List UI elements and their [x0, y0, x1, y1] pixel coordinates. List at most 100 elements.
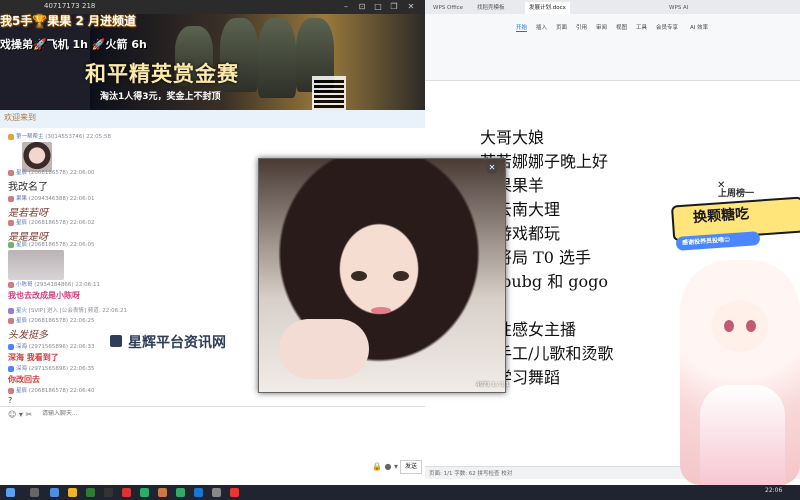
search-icon[interactable] [30, 488, 39, 497]
chat-input[interactable] [40, 410, 344, 418]
maximize-icon[interactable]: □ [372, 1, 384, 12]
list-item: 星辰 (2068186578) 22:06:05 [8, 240, 95, 280]
ribbon-tab-review[interactable]: 审阅 [596, 23, 607, 31]
sender-name[interactable]: 星辰 [16, 242, 27, 248]
ribbon-tab-tools[interactable]: 工具 [636, 23, 647, 31]
photo-eye [351, 271, 367, 281]
pin-icon[interactable]: ⊡ [356, 1, 368, 12]
app-icon[interactable] [158, 488, 167, 497]
list-item: 第一帮帮主 (3014553746) 22:05:58 [8, 132, 111, 172]
message-meta: [SVIP] 进入 [公会表情] 频道. 22:06:21 [28, 308, 127, 314]
wechat-icon[interactable] [140, 488, 149, 497]
message-meta: (2068186578) 22:06:00 [28, 170, 95, 176]
sender-name[interactable]: 星火 [16, 308, 27, 314]
vtuber-eye [746, 320, 756, 332]
user-badge-icon [8, 317, 14, 324]
chat-notice-strip [0, 110, 425, 128]
sender-name[interactable]: 星辰 [16, 220, 27, 226]
vtuber-face [712, 300, 768, 352]
message-body: 你改回去 [8, 375, 40, 384]
message-body: 我也去改成是小陈呀 [8, 291, 80, 300]
start-icon[interactable] [6, 488, 15, 497]
sender-name[interactable]: 深海 [16, 344, 27, 350]
weekly-top-label: 上周榜一 [718, 189, 755, 199]
send-button[interactable]: 发送 [400, 460, 422, 474]
close-icon[interactable]: ✕ [405, 1, 417, 12]
message-body: 是若若呀 [8, 208, 48, 219]
list-item: 星辰 (2068186578) 22:06:00 我改名了 [8, 168, 95, 193]
list-item: 深海 (2971565896) 22:06:35 你改回去 [8, 364, 95, 385]
stream-overlay-line2: 戏操弟🚀飞机 1h 🚀火箭 6h [0, 38, 147, 51]
list-item: 小陈哥 (2934184866) 22:06:11 我也去改成是小陈呀 [8, 280, 100, 301]
sender-name[interactable]: 第一帮帮主 [16, 134, 44, 140]
message-body: 头发挺多 [8, 330, 48, 341]
minimize-icon[interactable]: – [340, 1, 352, 12]
message-meta: (2068186578) 22:06:02 [28, 220, 95, 226]
sender-name[interactable]: 深海 [16, 366, 27, 372]
app-icon[interactable] [86, 488, 95, 497]
list-item: 星火 [SVIP] 进入 [公会表情] 频道. 22:06:21 [8, 306, 127, 314]
app-icon[interactable] [194, 488, 203, 497]
photo-hand [279, 319, 369, 379]
ribbon-tab-member[interactable]: 会员专享 [656, 23, 678, 31]
titlebar-count: 218 [82, 2, 96, 10]
photo-lips [371, 307, 391, 314]
tab-document[interactable]: 发展计划.docx [525, 2, 570, 14]
ribbon-tab-view[interactable]: 视图 [616, 23, 627, 31]
user-badge-icon [8, 343, 14, 350]
taskbar [0, 485, 800, 500]
doc-line: 大哥大娘 [480, 128, 545, 147]
user-badge-icon [8, 241, 14, 248]
user-badge-icon [8, 169, 14, 176]
qr-code [312, 76, 346, 110]
ribbon-tab-insert[interactable]: 插入 [536, 23, 547, 31]
tab-wps-office[interactable]: WPS Office [429, 2, 467, 14]
emoji-icon[interactable]: ☺ ▾ ✂ [8, 410, 32, 419]
popup-caption: 4971 1 / 1 1 [476, 382, 510, 388]
ribbon-tab-page[interactable]: 页面 [556, 23, 567, 31]
edge-icon[interactable] [50, 488, 59, 497]
status-text: 页面: 1/1 字数: 62 拼写检查 校对 [429, 471, 513, 477]
user-badge-icon [8, 195, 14, 202]
user-badge-icon [8, 133, 14, 140]
ribbon-tab-start[interactable]: 开始 [516, 23, 528, 32]
app-icon[interactable] [176, 488, 185, 497]
tab-wps-ai[interactable]: WPS AI [665, 2, 692, 14]
image-viewer-popup[interactable] [258, 158, 506, 393]
message-body: 深海 我看到了 [8, 353, 59, 362]
message-body: ? [8, 396, 13, 405]
message-meta: (2971565896) 22:06:35 [28, 366, 95, 372]
folder-icon[interactable] [68, 488, 77, 497]
soldier-figure [258, 18, 296, 98]
app-icon[interactable] [104, 488, 113, 497]
sender-name[interactable]: 星辰 [16, 388, 27, 394]
watermark-logo-icon [110, 335, 122, 347]
sender-name[interactable]: 星辰 [16, 318, 27, 324]
sender-name[interactable]: 小陈哥 [16, 282, 33, 288]
message-meta: (3014553746) 22:05:58 [45, 134, 111, 140]
user-badge-icon [8, 365, 14, 372]
chat-notice: 欢迎来到 [4, 113, 36, 122]
vtuber-eye [724, 320, 734, 332]
restore-icon[interactable]: ❐ [388, 1, 400, 12]
vtuber-dress [700, 385, 785, 485]
sender-name[interactable]: 果果 [16, 196, 27, 202]
shared-image[interactable] [8, 250, 64, 280]
titlebar-room-id: 40717173 [44, 2, 80, 10]
wps-ribbon [425, 14, 800, 81]
message-body: 我改名了 [8, 182, 48, 193]
sender-name[interactable]: 星辰 [16, 170, 27, 176]
tab-template[interactable]: 找稻壳模板 [473, 2, 509, 14]
list-item: 星辰 (2068186578) 22:06:40 ? [8, 386, 95, 405]
close-icon[interactable]: ✕ [486, 162, 498, 174]
user-badge-icon [8, 307, 14, 314]
message-meta: (2068186578) 22:06:05 [28, 242, 95, 248]
input-tools-icon[interactable]: 🔒 ● ▾ [372, 462, 398, 471]
wps-icon[interactable] [230, 488, 239, 497]
list-item: 深海 (2971565896) 22:06:33 深海 我看到了 [8, 342, 95, 363]
app-icon[interactable] [122, 488, 131, 497]
ribbon-tab-ai[interactable]: AI 效率 [690, 23, 708, 31]
steam-icon[interactable] [212, 488, 221, 497]
wps-tab-bar: WPS Office 找稻壳模板 发展计划.docx WPS AI [425, 0, 800, 14]
ribbon-tab-reference[interactable]: 引用 [576, 23, 587, 31]
